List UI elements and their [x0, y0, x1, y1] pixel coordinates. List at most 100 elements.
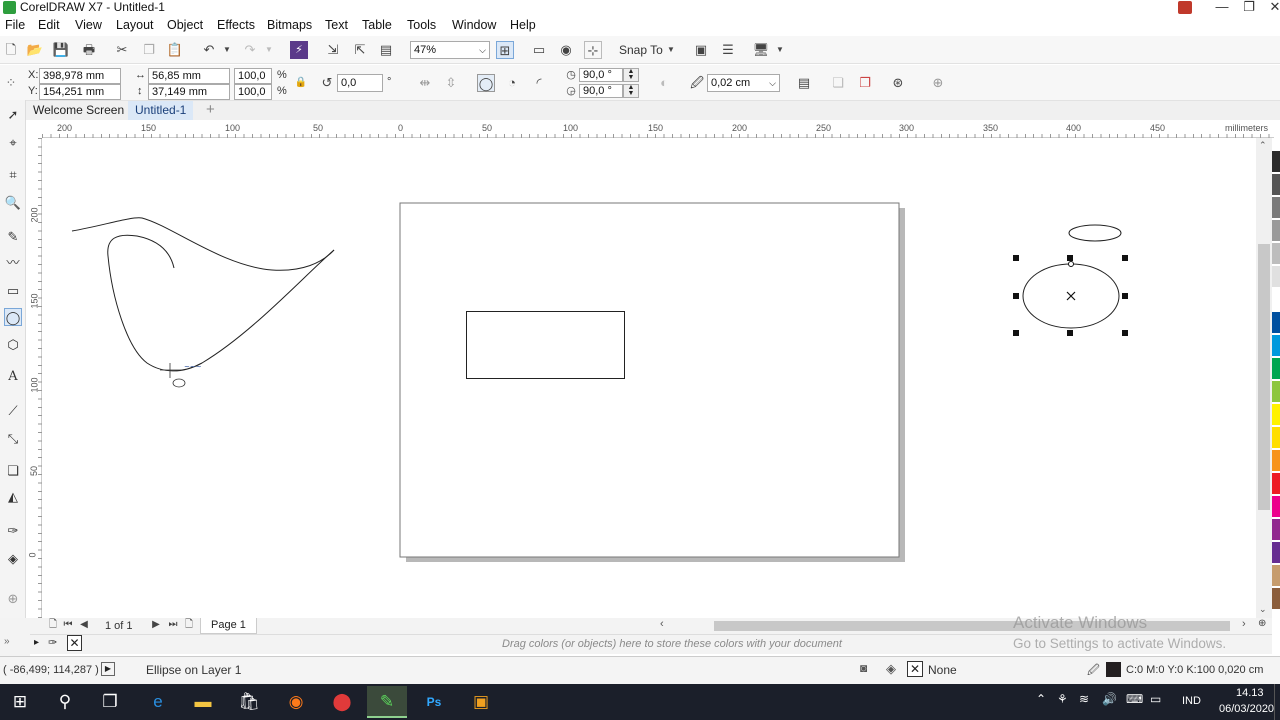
scroll-down-icon[interactable]: ⌄	[1259, 604, 1267, 615]
add-icon[interactable]: ⊕	[929, 74, 947, 92]
no-color-swatch-icon[interactable]: ✕	[67, 635, 82, 651]
menu-help[interactable]: Help	[510, 18, 536, 33]
artistic-media-tool-icon[interactable]: 〰	[4, 254, 22, 272]
connector-tool-icon[interactable]: ⤡	[4, 430, 22, 448]
search-icon[interactable]: ⚲	[45, 686, 85, 718]
application-launcher-icon[interactable]: ☰	[719, 41, 737, 59]
wifi-icon[interactable]: ≋	[1079, 692, 1089, 706]
palette-swatch[interactable]	[1272, 242, 1280, 264]
next-page-icon[interactable]: ▶	[147, 617, 165, 633]
menu-layout[interactable]: Layout	[116, 18, 154, 33]
recorder-app-icon[interactable]: ⬤	[322, 686, 362, 718]
palette-swatch[interactable]	[1272, 564, 1280, 586]
paste-icon[interactable]: 📋	[166, 41, 184, 59]
drop-shadow-tool-icon[interactable]: ❏	[4, 462, 22, 480]
corel-connect-icon[interactable]: ⚡	[290, 41, 308, 59]
scroll-up-icon[interactable]: ⌃	[1259, 140, 1267, 151]
scroll-right-icon[interactable]: ›	[1242, 618, 1246, 630]
crop-tool-icon[interactable]: ⌗	[4, 166, 22, 184]
task-view-icon[interactable]: ❐	[90, 686, 130, 718]
height-field[interactable]	[148, 84, 230, 100]
palette-swatch[interactable]	[1272, 288, 1280, 310]
add-page-after-icon[interactable]: 🗋	[180, 617, 198, 633]
clock-time[interactable]: 14.13	[1236, 687, 1264, 699]
start-button[interactable]: ⊞	[0, 686, 40, 718]
store-icon[interactable]: 🛍	[229, 686, 269, 718]
cut-icon[interactable]: ✂	[113, 41, 131, 59]
palette-swatch[interactable]	[1272, 334, 1280, 356]
width-field[interactable]	[148, 68, 230, 84]
to-back-icon[interactable]: ❐	[856, 74, 874, 92]
publish-pdf-icon[interactable]: ▤	[377, 41, 395, 59]
full-screen-preview-icon[interactable]: ▭	[530, 41, 548, 59]
mirror-vertical-icon[interactable]: ⇳	[442, 74, 460, 92]
page-1-tab[interactable]: Page 1	[200, 618, 257, 634]
palette-swatch[interactable]	[1272, 311, 1280, 333]
rectangle-tool-icon[interactable]: ▭	[4, 282, 22, 300]
ellipse-tool-icon[interactable]: ◯	[4, 308, 22, 326]
palette-swatch[interactable]	[1272, 426, 1280, 448]
menu-window[interactable]: Window	[452, 18, 496, 33]
transparency-tool-icon[interactable]: ◭	[4, 488, 22, 506]
palette-swatch[interactable]	[1272, 357, 1280, 379]
pie-mode-icon[interactable]: ◔	[503, 74, 521, 92]
text-tool-icon[interactable]: A	[4, 368, 22, 386]
y-position-field[interactable]	[39, 84, 121, 100]
small-ellipse-shape[interactable]	[1068, 224, 1122, 242]
palette-swatch[interactable]	[1272, 196, 1280, 218]
wrap-text-icon[interactable]: ▤	[795, 74, 813, 92]
polygon-tool-icon[interactable]: ⬡	[4, 336, 22, 354]
undo-dropdown-icon[interactable]: ▼	[218, 41, 236, 59]
to-front-icon[interactable]: ❏	[829, 74, 847, 92]
drawing-canvas[interactable]: ~~~	[42, 138, 1256, 618]
add-tool-icon[interactable]: ⊕	[4, 590, 22, 608]
photoshop-icon[interactable]: Ps	[414, 686, 454, 718]
x-position-field[interactable]	[39, 68, 121, 84]
eyedropper-tool-icon[interactable]: ✑	[4, 522, 22, 540]
import-icon[interactable]: ⇲	[324, 41, 342, 59]
redo-dropdown-icon[interactable]: ▼	[260, 41, 278, 59]
language-indicator[interactable]: IND	[1182, 695, 1201, 707]
palette-expand-icon[interactable]: ▸	[34, 637, 39, 648]
arc-mode-icon[interactable]: ◜	[530, 74, 548, 92]
pick-tool-icon[interactable]: ➚	[4, 106, 22, 124]
lock-ratio-icon[interactable]: 🔒	[292, 74, 310, 92]
convert-to-curves-icon[interactable]: ⊛	[889, 74, 907, 92]
palette-swatch[interactable]	[1272, 587, 1280, 609]
end-angle-spinner[interactable]: ▲ ▼	[623, 84, 639, 98]
palette-swatch[interactable]	[1272, 472, 1280, 494]
menu-edit[interactable]: Edit	[38, 18, 60, 33]
expand-toolbox-icon[interactable]: »	[4, 636, 10, 647]
snap-to-dropdown-icon[interactable]: ▼	[662, 41, 680, 59]
outline-width-select[interactable]: 0,02 cm ⌵	[707, 74, 780, 92]
snap-to-button[interactable]: Snap To	[619, 43, 663, 57]
clock-date[interactable]: 06/03/2020	[1219, 703, 1274, 715]
palette-swatch[interactable]	[1272, 380, 1280, 402]
prev-page-icon[interactable]: ◀	[75, 617, 93, 633]
ellipse-mode-icon[interactable]: ◯	[477, 74, 495, 92]
mirror-horizontal-icon[interactable]: ⇹	[416, 74, 434, 92]
options-icon[interactable]: ▣	[692, 41, 710, 59]
scale-y-field[interactable]	[234, 84, 272, 100]
palette-swatch[interactable]	[1272, 449, 1280, 471]
welcome-screen-icon[interactable]: 🖥	[752, 41, 770, 59]
zoom-navigator-icon[interactable]: ⊕	[1258, 618, 1266, 629]
firefox-icon[interactable]: ◉	[276, 686, 316, 718]
menu-bitmaps[interactable]: Bitmaps	[267, 18, 312, 33]
menu-file[interactable]: File	[5, 18, 25, 33]
color-palette[interactable]	[1272, 150, 1280, 620]
palette-swatch[interactable]	[1272, 495, 1280, 517]
user-icon[interactable]	[1178, 1, 1192, 14]
new-tab-icon[interactable]: +	[206, 101, 215, 118]
interactive-fill-tool-icon[interactable]: ◈	[4, 550, 22, 568]
coreldraw-taskbar-icon[interactable]: ✎	[367, 686, 407, 718]
keyboard-icon[interactable]: ⌨	[1126, 692, 1143, 706]
page-boundary[interactable]	[399, 202, 900, 558]
start-angle-spinner[interactable]: ▲ ▼	[623, 68, 639, 82]
show-rulers-icon[interactable]: ◉	[557, 41, 575, 59]
freehand-tool-icon[interactable]: ✎	[4, 228, 22, 246]
start-angle-field[interactable]	[579, 68, 623, 82]
menu-table[interactable]: Table	[362, 18, 392, 33]
file-explorer-icon[interactable]: ▬	[183, 686, 223, 718]
menu-text[interactable]: Text	[325, 18, 348, 33]
